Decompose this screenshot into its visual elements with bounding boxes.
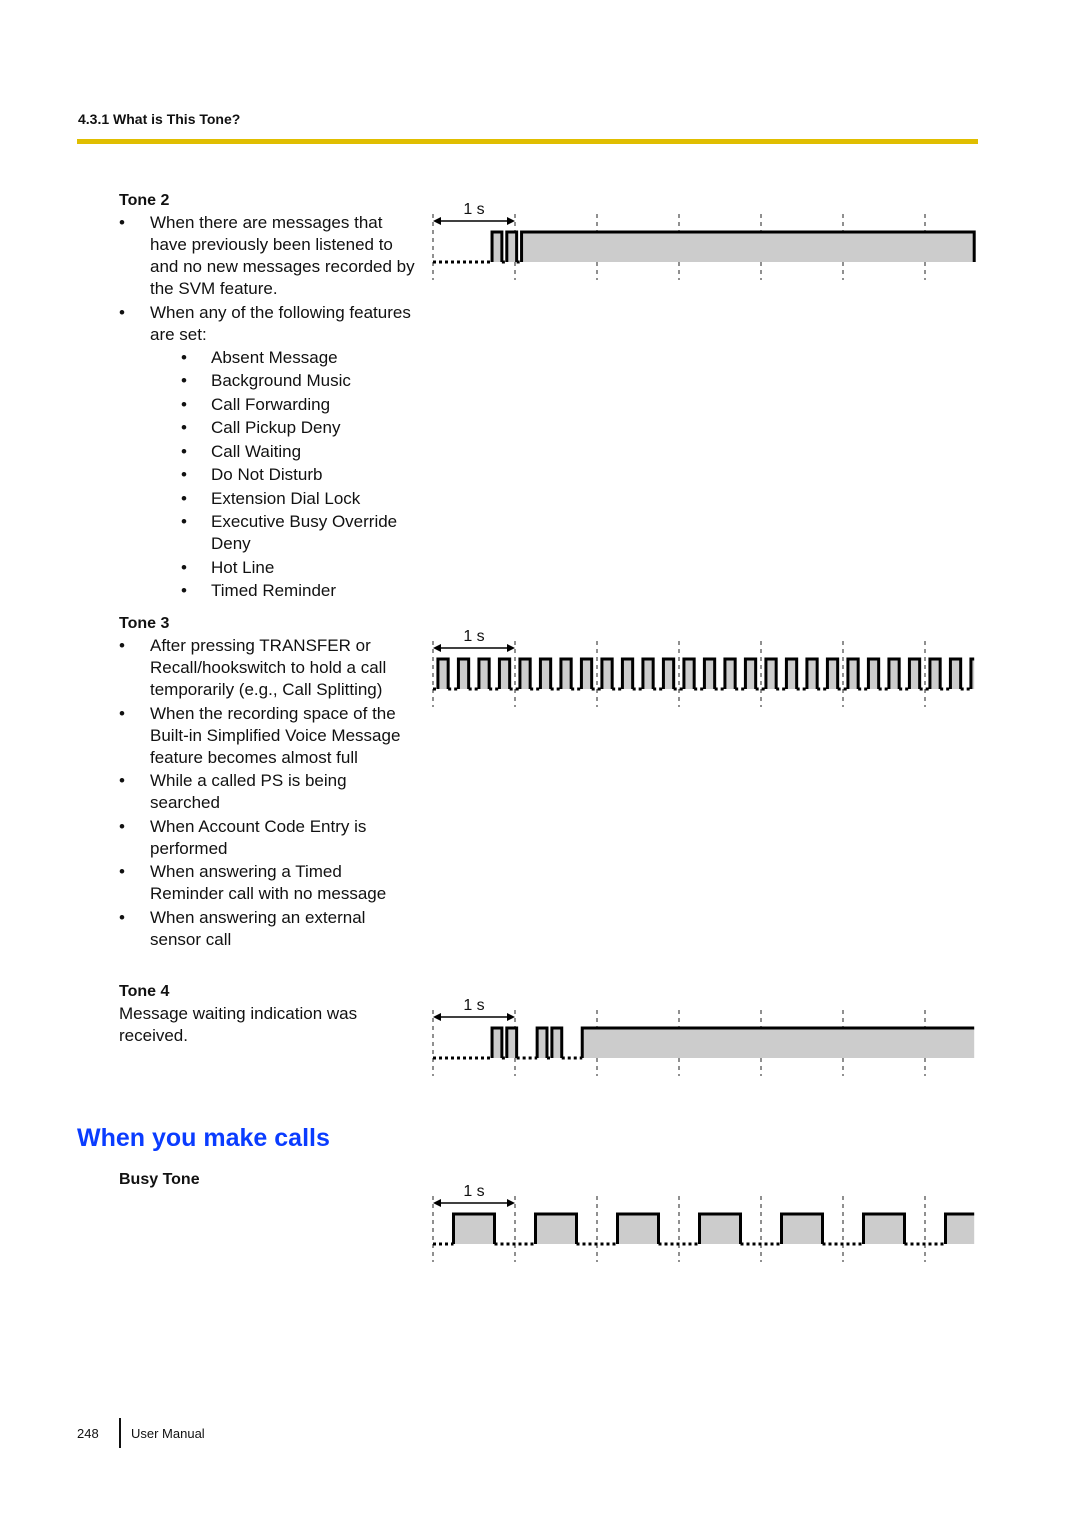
list-item: When Account Code Entry is performed	[119, 816, 419, 860]
tone-on-fill	[847, 659, 859, 689]
tone3-description: Tone 3 After pressing TRANSFER or Recall…	[119, 614, 419, 952]
feature-item: Call Forwarding	[150, 394, 419, 416]
list-item-text: When any of the following features are s…	[150, 302, 411, 344]
tone-on-fill	[945, 1214, 975, 1244]
scale-label: 1 s	[463, 201, 484, 218]
tone-on-fill	[453, 1214, 495, 1244]
tone-on-fill	[535, 1214, 577, 1244]
tone3-bullets: After pressing TRANSFER or Recall/hooksw…	[119, 635, 419, 951]
tone-on-fill	[499, 659, 510, 689]
feature-item: Timed Reminder	[150, 580, 419, 602]
tone2-description: Tone 2 When there are messages that have…	[119, 191, 419, 604]
header-rule	[77, 139, 978, 144]
tone-on-fill	[909, 659, 920, 689]
tone2-title: Tone 2	[119, 192, 170, 209]
tone-on-fill	[478, 659, 490, 689]
tone-on-fill	[683, 659, 695, 689]
waveform-svg: 1 s	[432, 1183, 975, 1262]
tone-on-fill	[622, 659, 633, 689]
page-footer: 248 User Manual	[77, 1418, 205, 1448]
section-heading-make-calls: When you make calls	[77, 1124, 330, 1152]
document-title: User Manual	[131, 1425, 205, 1441]
tone-on-fill	[617, 1214, 659, 1244]
tone4-diagram: 1 s	[425, 986, 985, 1086]
footer-divider	[119, 1418, 121, 1448]
tone-on-fill	[786, 659, 797, 689]
tone3-diagram: 1 s	[425, 617, 985, 717]
scale-label: 1 s	[463, 997, 484, 1014]
tone-on-fill	[704, 659, 715, 689]
tone-on-fill	[699, 1214, 741, 1244]
list-item: While a called PS is being searched	[119, 770, 419, 814]
tone-on-fill	[521, 232, 975, 262]
feature-item: Extension Dial Lock	[150, 488, 419, 510]
feature-item: Do Not Disturb	[150, 464, 419, 486]
list-item: When answering a Timed Reminder call wit…	[119, 861, 419, 905]
list-item: When answering an external sensor call	[119, 907, 419, 951]
feature-list: Absent Message Background Music Call For…	[150, 347, 419, 603]
feature-item: Hot Line	[150, 557, 419, 579]
tone-on-fill	[868, 659, 879, 689]
tone-on-fill	[724, 659, 736, 689]
tone-on-fill	[888, 659, 900, 689]
tone-on-fill	[458, 659, 469, 689]
tone-on-fill	[806, 659, 818, 689]
page-number: 248	[77, 1425, 99, 1441]
tone-on-fill	[663, 659, 674, 689]
tone-on-fill	[863, 1214, 905, 1244]
busy-tone-diagram: 1 s	[425, 1172, 985, 1272]
list-item: After pressing TRANSFER or Recall/hooksw…	[119, 635, 419, 701]
feature-item: Call Pickup Deny	[150, 417, 419, 439]
tone-on-fill	[601, 659, 613, 689]
waveform-svg: 1 s	[432, 997, 975, 1076]
tone4-text: Message waiting indication was received.	[119, 1004, 358, 1045]
tone-on-fill	[765, 659, 777, 689]
feature-item: Executive Busy Override Deny	[150, 511, 419, 555]
tone-on-fill	[582, 1028, 975, 1058]
waveform-svg: 1 s	[432, 628, 975, 707]
tone-on-fill	[519, 659, 531, 689]
tone3-title: Tone 3	[119, 615, 170, 632]
feature-item: Call Waiting	[150, 441, 419, 463]
tone-on-fill	[642, 659, 654, 689]
tone4-description: Tone 4 Message waiting indication was re…	[119, 982, 419, 1047]
list-item: When the recording space of the Built-in…	[119, 703, 419, 769]
scale-label: 1 s	[463, 1183, 484, 1200]
tone2-bullets: When there are messages that have previo…	[119, 212, 419, 602]
tone2-diagram: 1 s	[425, 190, 985, 290]
feature-item: Absent Message	[150, 347, 419, 369]
tone-on-fill	[827, 659, 838, 689]
busy-tone-title: Busy Tone	[119, 1171, 200, 1188]
tone-on-fill	[781, 1214, 823, 1244]
scale-label: 1 s	[463, 628, 484, 645]
list-item: When there are messages that have previo…	[119, 212, 419, 300]
waveform-svg: 1 s	[432, 201, 976, 280]
tone-on-fill	[437, 659, 449, 689]
tone4-title: Tone 4	[119, 983, 170, 1000]
tone-on-fill	[950, 659, 961, 689]
tone-on-fill	[745, 659, 756, 689]
feature-item: Background Music	[150, 370, 419, 392]
tone-on-fill	[929, 659, 941, 689]
section-header: 4.3.1 What is This Tone?	[78, 111, 241, 127]
tone-on-fill	[540, 659, 551, 689]
tone-on-fill	[560, 659, 572, 689]
list-item: When any of the following features are s…	[119, 302, 419, 603]
tone-on-fill	[581, 659, 592, 689]
